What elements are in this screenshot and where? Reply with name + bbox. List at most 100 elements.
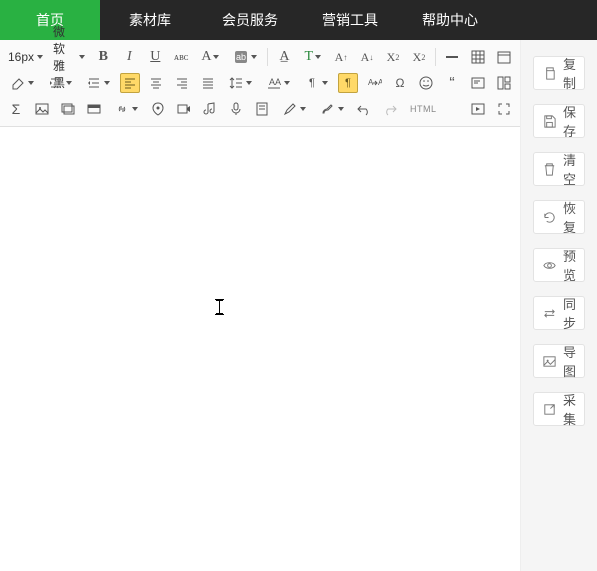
nav-item-home[interactable]: 首页 (0, 0, 100, 40)
chevron-down-icon (28, 81, 34, 85)
chevron-down-icon (37, 55, 43, 59)
svg-text:¶: ¶ (345, 77, 351, 89)
brush-icon[interactable] (278, 99, 310, 119)
svg-text:“: “ (449, 75, 454, 91)
outdent-button[interactable] (82, 73, 114, 93)
font-size-decrease-button[interactable]: A↓ (357, 47, 377, 67)
collect-icon (542, 402, 557, 417)
side-btn-label: 同步 (563, 294, 576, 332)
image-icon[interactable] (32, 99, 52, 119)
table-icon[interactable] (468, 47, 488, 67)
side-clear-button[interactable]: 清空 (533, 152, 585, 186)
eraser-button[interactable] (6, 73, 38, 93)
svg-text:ab: ab (236, 52, 246, 62)
side-btn-label: 复制 (563, 54, 576, 92)
text-direction-button[interactable]: ¶ (300, 73, 332, 93)
indent-button[interactable] (44, 73, 76, 93)
restore-icon (542, 210, 557, 225)
formula-icon[interactable]: Σ (6, 99, 26, 119)
preview-toggle-icon[interactable] (468, 99, 488, 119)
fullscreen-icon[interactable] (494, 99, 514, 119)
layout-button[interactable] (494, 73, 514, 93)
svg-text:Ω: Ω (396, 76, 405, 90)
underline-button[interactable]: U (145, 47, 165, 67)
chevron-down-icon (315, 55, 321, 59)
video-icon[interactable] (174, 99, 194, 119)
align-right-button[interactable] (172, 73, 192, 93)
side-copy-button[interactable]: 复制 (533, 56, 585, 90)
horizontal-rule-icon[interactable] (442, 47, 462, 67)
font-family-select[interactable]: 微软雅黑 (51, 47, 87, 67)
text-cursor-icon (215, 299, 224, 315)
text-effect-button[interactable]: T (300, 47, 325, 67)
side-sync-button[interactable]: 同步 (533, 296, 585, 330)
editor-canvas[interactable] (0, 127, 520, 571)
nav-item-help[interactable]: 帮助中心 (400, 0, 500, 40)
calendar-icon[interactable] (494, 47, 514, 67)
chevron-down-icon (322, 81, 328, 85)
side-preview-button[interactable]: 预览 (533, 248, 585, 282)
chevron-down-icon (246, 81, 252, 85)
paint-icon[interactable] (316, 99, 348, 119)
chevron-down-icon (66, 81, 72, 85)
svg-text:¶: ¶ (309, 77, 315, 89)
font-a-button[interactable]: A̲ (274, 47, 294, 67)
chevron-down-icon (213, 55, 219, 59)
multi-image-icon[interactable] (58, 99, 78, 119)
location-icon[interactable] (148, 99, 168, 119)
top-nav: 首页 素材库 会员服务 营销工具 帮助中心 (0, 0, 597, 40)
side-btn-label: 采集 (563, 390, 576, 428)
italic-button[interactable]: I (119, 47, 139, 67)
font-size-increase-button[interactable]: A↑ (331, 47, 351, 67)
save-icon (542, 114, 557, 129)
nav-item-marketing[interactable]: 营销工具 (300, 0, 400, 40)
chevron-down-icon (132, 107, 138, 111)
sync-icon (542, 306, 557, 321)
highlight-color-button[interactable]: ab (229, 47, 261, 67)
side-export-image-button[interactable]: 导图 (533, 344, 585, 378)
font-color-button[interactable]: A (197, 47, 223, 67)
svg-text:A: A (378, 78, 382, 87)
font-size-select[interactable]: 16px (6, 47, 45, 67)
svg-text:A: A (275, 77, 281, 87)
quote-button[interactable]: “ (442, 73, 462, 93)
side-btn-label: 导图 (563, 342, 576, 380)
link-icon[interactable] (110, 99, 142, 119)
superscript-button[interactable]: X2 (383, 47, 403, 67)
copy-icon (542, 66, 557, 81)
chevron-down-icon (284, 81, 290, 85)
side-btn-label: 清空 (563, 150, 576, 188)
letter-spacing-button[interactable]: AA (262, 73, 294, 93)
attachment-icon[interactable] (252, 99, 272, 119)
image-export-icon (542, 354, 557, 369)
html-source-button[interactable]: HTML (406, 99, 441, 119)
side-btn-label: 保存 (563, 102, 576, 140)
card-icon[interactable] (84, 99, 104, 119)
side-save-button[interactable]: 保存 (533, 104, 585, 138)
align-center-button[interactable] (146, 73, 166, 93)
align-left-button[interactable] (120, 73, 140, 93)
chevron-down-icon (79, 55, 85, 59)
undo-icon[interactable] (354, 99, 374, 119)
strikethrough-button[interactable]: ᴀʙᴄ (171, 47, 191, 67)
code-block-button[interactable] (468, 73, 488, 93)
font-size-value: 16px (8, 50, 34, 64)
music-icon[interactable] (200, 99, 220, 119)
side-btn-label: 恢复 (563, 198, 576, 236)
bold-button[interactable]: B (93, 47, 113, 67)
side-collect-button[interactable]: 采集 (533, 392, 585, 426)
paragraph-format-button[interactable]: ¶ (338, 73, 358, 93)
microphone-icon[interactable] (226, 99, 246, 119)
emoji-button[interactable] (416, 73, 436, 93)
side-restore-button[interactable]: 恢复 (533, 200, 585, 234)
special-char-button[interactable]: Ω (390, 73, 410, 93)
redo-icon[interactable] (380, 99, 400, 119)
editor-toolbar: 16px 微软雅黑 B I U ᴀʙᴄ A ab A̲ T (0, 40, 520, 127)
nav-item-materials[interactable]: 素材库 (100, 0, 200, 40)
nav-item-membership[interactable]: 会员服务 (200, 0, 300, 40)
subscript-button[interactable]: X2 (409, 47, 429, 67)
line-height-button[interactable] (224, 73, 256, 93)
letter-spacing-2-button[interactable]: AA (364, 73, 384, 93)
side-panel: 复制 保存 清空 恢复 预览 同步 导图 采集 (521, 40, 597, 571)
align-justify-button[interactable] (198, 73, 218, 93)
